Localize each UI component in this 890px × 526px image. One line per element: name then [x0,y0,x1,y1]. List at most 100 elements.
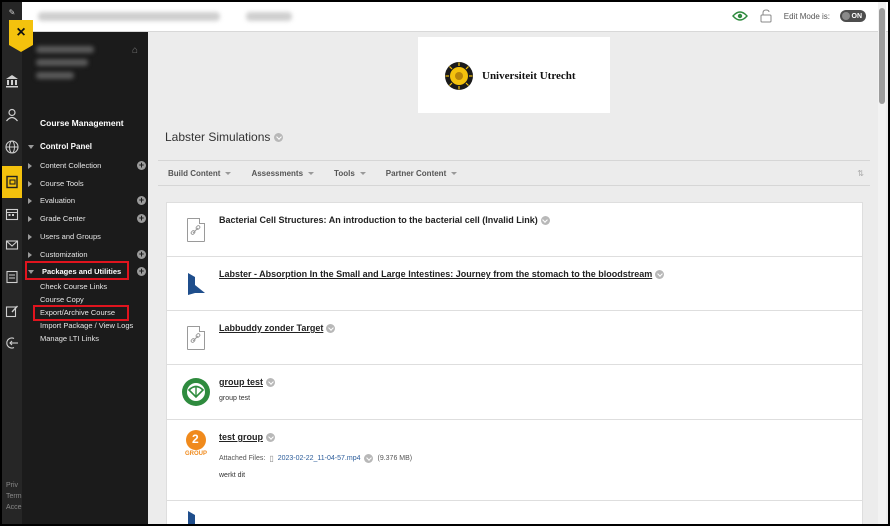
caret-down-icon [451,171,458,175]
rail-footer: Priv Term Acce [6,480,22,513]
item-options-chevron-icon[interactable] [266,432,275,442]
content-item-description: werkt dit [219,472,246,479]
expand-plus-icon[interactable]: + [137,214,146,223]
main-content: Universiteit Utrecht Labster Simulations… [148,32,878,524]
menu-item-label: Content Collection [40,161,102,170]
content-item-title[interactable]: Labster - Absorption In the Small and La… [219,269,665,279]
build-content-menu[interactable]: Build Content [168,169,232,178]
caret-down-icon [225,171,232,175]
assessments-menu[interactable]: Assessments [251,169,315,178]
content-item: 2 GROUP test group Attached Files: ▯ 202… [167,420,862,501]
sub-item-course-copy[interactable]: Course Copy [40,295,84,304]
item-options-chevron-icon[interactable] [540,215,550,225]
content-item-partial [167,501,862,524]
link-icon [181,323,211,353]
global-nav-rail: ✎ Priv Term Acce [2,2,22,524]
attachment-link[interactable]: 2023-02-22_11-04-57.mp4 [278,455,361,462]
tools-menu[interactable]: Tools [334,169,366,178]
item-title-text: Labbuddy zonder Target [219,323,324,333]
item-options-chevron-icon[interactable] [326,323,336,333]
sort-icon[interactable]: ⇅ [857,169,864,178]
institution-icon[interactable] [5,74,19,88]
item-title-text: Bacterial Cell Structures: An introducti… [219,215,538,225]
menu-item-label: Grade Center [40,214,86,223]
attachment-size: (9.376 MB) [377,455,413,462]
collapsed-caret-icon [28,233,32,240]
action-label: Tools [334,168,355,178]
content-item: Labbuddy zonder Target [167,311,862,365]
expand-plus-icon[interactable]: + [137,250,146,259]
control-panel-label: Control Panel [40,142,93,151]
course-name-blurred [36,46,94,90]
menu-item-content-collection[interactable]: Content Collection + [28,159,146,172]
privacy-link[interactable]: Priv [6,480,22,491]
menu-item-label: Evaluation [40,196,76,205]
scrollbar-thumb[interactable] [879,8,885,104]
student-preview-icon[interactable] [731,8,748,24]
breadcrumb-blurred [38,12,220,21]
labster-icon [181,269,211,299]
page-options-chevron-icon[interactable] [274,132,284,142]
item-title-text: test group [219,432,263,442]
content-item-title[interactable]: Bacterial Cell Structures: An introducti… [219,215,550,225]
course-menu: ⌂ Course Management Control Panel Conten… [22,32,148,524]
menu-item-evaluation[interactable]: Evaluation + [28,194,146,207]
terms-link[interactable]: Term [6,491,22,502]
course-banner: Universiteit Utrecht [418,37,610,113]
caret-down-icon [359,171,366,175]
menu-item-customization[interactable]: Customization + [28,248,146,261]
tools-icon[interactable] [5,304,19,318]
sub-item-manage-lti-links[interactable]: Manage LTI Links [40,334,99,343]
highlight-export-archive-course [33,305,129,321]
globe-icon[interactable] [5,140,19,154]
collapsed-caret-icon [28,197,32,204]
sub-item-check-course-links[interactable]: Check Course Links [40,282,107,291]
edit-mode-state: ON [851,12,863,20]
edit-mode-toggle[interactable]: ON [840,10,866,22]
menu-item-label: Users and Groups [40,232,101,241]
control-panel-heading[interactable]: Control Panel [28,142,92,151]
grades-icon[interactable] [5,270,19,284]
content-item: Labster - Absorption In the Small and La… [167,257,862,311]
sign-out-icon[interactable] [5,336,19,350]
menu-item-course-tools[interactable]: Course Tools [28,177,146,190]
expand-plus-icon[interactable]: + [137,267,146,276]
action-bar: Build Content Assessments Tools Partner … [158,160,870,186]
menu-item-grade-center[interactable]: Grade Center + [28,212,146,225]
attachment-options-chevron-icon[interactable] [364,454,374,463]
collapsed-caret-icon [28,215,32,222]
institution-name: Universiteit Utrecht [482,70,576,82]
content-item-title[interactable]: Labbuddy zonder Target [219,323,336,333]
profile-icon[interactable] [5,108,19,122]
calendar-icon[interactable] [5,207,19,221]
messages-icon[interactable] [5,238,19,252]
edit-mode-label: Edit Mode is: [783,11,830,21]
menu-item-users-and-groups[interactable]: Users and Groups [28,230,146,243]
page-scrollbar[interactable] [878,2,886,524]
menu-item-label: Customization [40,250,88,259]
content-item: group test group test [167,365,862,420]
group-number: 2 [192,432,199,446]
item-title-text: Labster - Absorption In the Small and La… [219,269,653,279]
highlight-packages-and-utilities [25,261,129,280]
partner-content-menu[interactable]: Partner Content [385,168,458,178]
content-item-title[interactable]: group test [219,377,275,387]
content-item: Bacterial Cell Structures: An introducti… [167,203,862,257]
item-options-chevron-icon[interactable] [266,377,275,387]
unlock-icon[interactable] [758,8,774,24]
action-label: Partner Content [385,168,447,178]
expand-plus-icon[interactable]: + [137,161,146,170]
content-item-title[interactable]: test group [219,432,275,442]
group-icon-label: GROUP [184,451,207,457]
group-number-icon: 2 GROUP [181,428,211,458]
content-item-description: group test [219,395,251,402]
expanded-caret-icon [28,144,34,149]
pin-icon[interactable]: ✎ [5,6,19,20]
home-icon[interactable]: ⌂ [132,45,138,56]
menu-item-label: Course Tools [40,179,84,188]
sub-item-import-package[interactable]: Import Package / View Logs [40,321,133,330]
item-options-chevron-icon[interactable] [655,269,665,279]
courses-icon[interactable] [5,175,19,189]
expand-plus-icon[interactable]: + [137,196,146,205]
accessibility-link[interactable]: Acce [6,502,22,513]
